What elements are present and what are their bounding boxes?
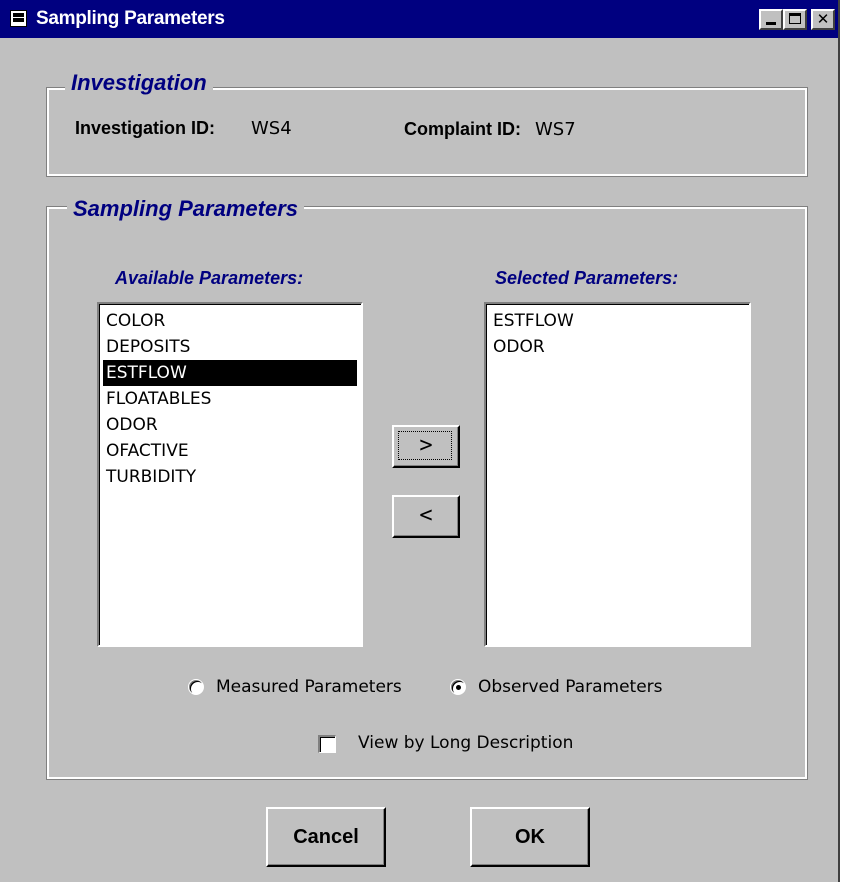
dialog-window: Sampling Parameters ✕ Investigation Inve…	[0, 0, 840, 882]
cancel-button[interactable]: Cancel	[266, 807, 386, 867]
selected-parameters-list[interactable]: ESTFLOW ODOR	[484, 302, 751, 647]
close-icon: ✕	[816, 10, 830, 28]
investigation-group-title: Investigation	[65, 70, 213, 96]
minimize-button[interactable]	[759, 9, 783, 30]
complaint-id-value: WS7	[535, 119, 576, 140]
available-parameters-header: Available Parameters:	[115, 268, 304, 288]
sampling-group-title: Sampling Parameters	[67, 196, 304, 222]
measured-parameters-radio[interactable]	[188, 679, 204, 695]
investigation-id-value: WS4	[251, 118, 292, 139]
measured-parameters-label[interactable]: Measured Parameters	[216, 677, 402, 697]
form-icon	[10, 10, 27, 27]
maximize-button[interactable]	[783, 9, 807, 30]
window-title: Sampling Parameters	[36, 8, 225, 29]
add-parameter-button[interactable]: >	[392, 425, 460, 468]
available-parameters-list[interactable]: COLOR DEPOSITS ESTFLOW FLOATABLES ODOR O…	[97, 302, 363, 647]
long-description-checkbox[interactable]	[318, 735, 336, 753]
long-description-label[interactable]: View by Long Description	[358, 733, 573, 753]
list-item[interactable]: ODOR	[490, 334, 551, 360]
ok-button-label: OK	[515, 826, 545, 848]
ok-button[interactable]: OK	[470, 807, 590, 867]
cancel-button-label: Cancel	[293, 826, 359, 848]
maximize-icon	[789, 13, 801, 24]
observed-parameters-radio[interactable]	[450, 679, 466, 695]
investigation-id-label: Investigation ID:	[75, 118, 216, 138]
list-item[interactable]: ODOR	[103, 412, 164, 438]
radio-selected-dot	[456, 685, 461, 690]
list-item[interactable]: COLOR	[103, 308, 171, 334]
close-button[interactable]: ✕	[811, 9, 835, 30]
list-item[interactable]: OFACTIVE	[103, 438, 195, 464]
title-bar[interactable]: Sampling Parameters ✕	[0, 0, 838, 38]
list-item[interactable]: ESTFLOW	[490, 308, 580, 334]
list-item[interactable]: FLOATABLES	[103, 386, 217, 412]
add-arrow-icon: >	[419, 433, 433, 458]
complaint-id-label: Complaint ID:	[404, 119, 521, 139]
remove-parameter-button[interactable]: <	[392, 495, 460, 538]
observed-parameters-label[interactable]: Observed Parameters	[478, 677, 663, 697]
selected-parameters-header: Selected Parameters:	[495, 268, 679, 288]
minimize-icon	[766, 22, 776, 25]
remove-arrow-icon: <	[419, 503, 433, 528]
list-item[interactable]: TURBIDITY	[103, 464, 202, 490]
list-item-selected[interactable]: ESTFLOW	[103, 360, 357, 386]
list-item[interactable]: DEPOSITS	[103, 334, 196, 360]
